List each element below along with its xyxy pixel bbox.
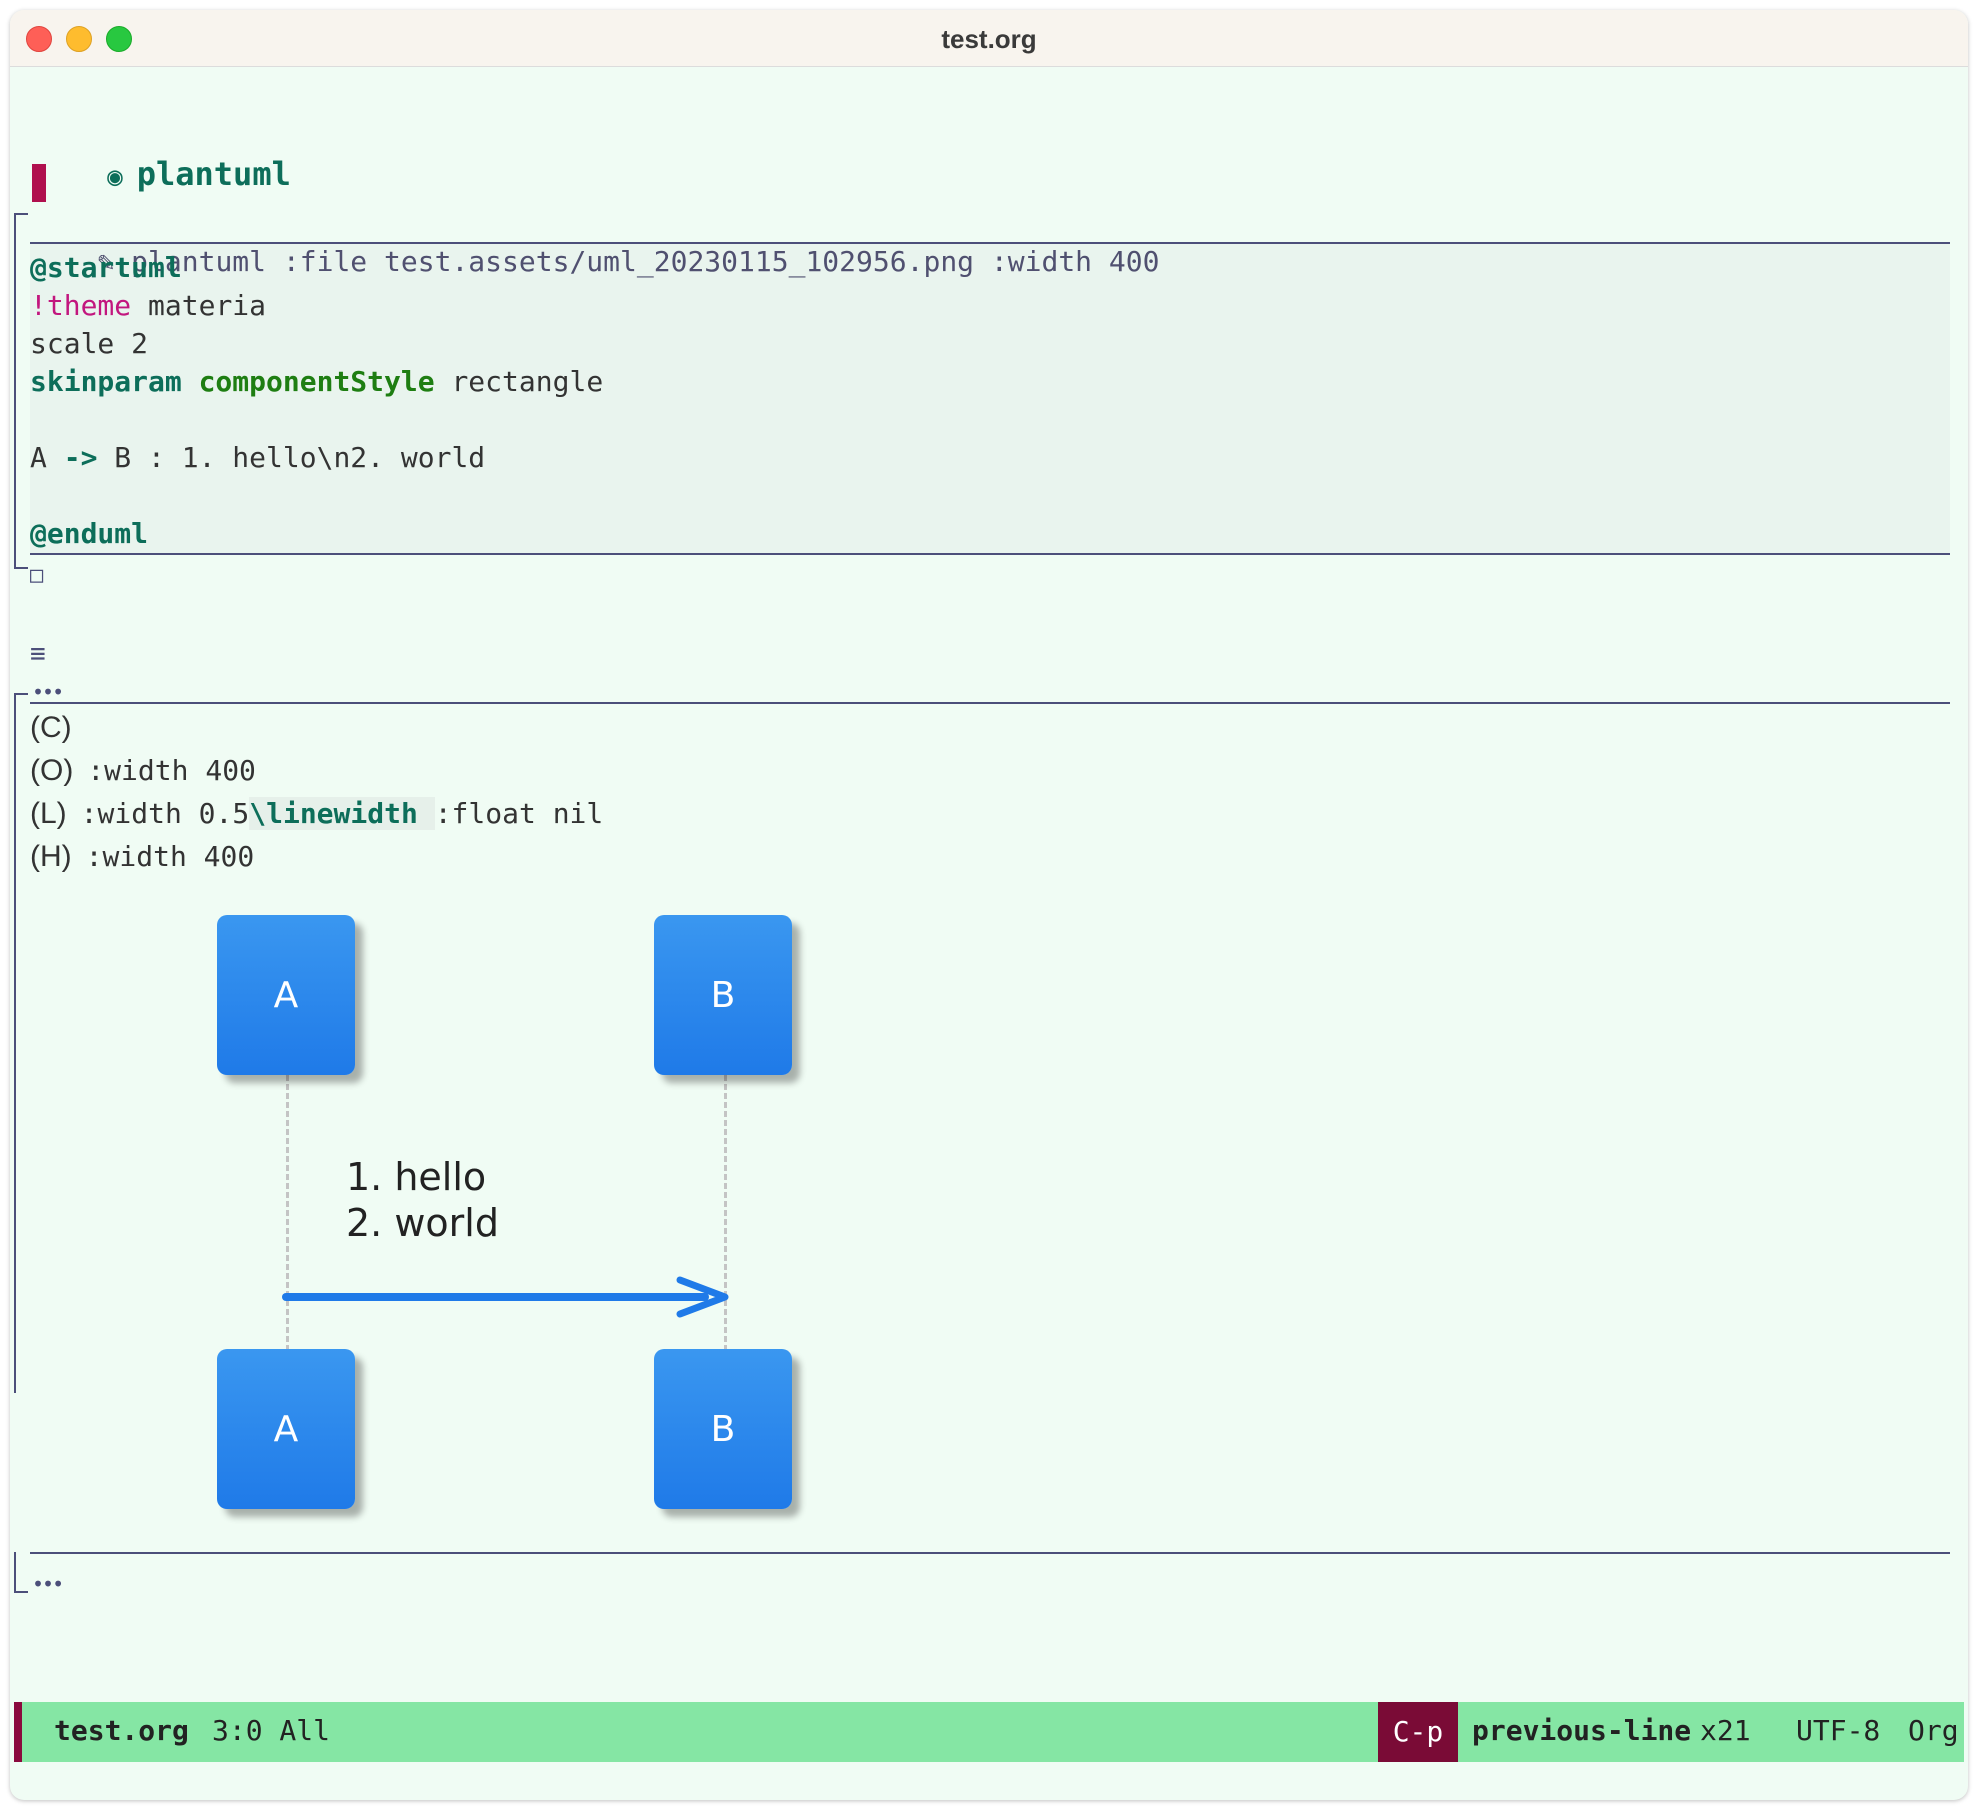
attr-value-h: :width 400 bbox=[85, 840, 255, 873]
participant-a-bottom: A bbox=[217, 1349, 355, 1509]
code-line-theme[interactable]: !theme materia bbox=[30, 288, 266, 324]
buffer-name[interactable]: test.org bbox=[54, 1714, 189, 1747]
results-bracket-bottom bbox=[14, 1552, 16, 1592]
src-block-bottom-rule bbox=[30, 553, 1950, 555]
code-line-skinparam[interactable]: skinparam componentStyle rectangle bbox=[30, 364, 603, 400]
code-line-startuml[interactable]: @startuml bbox=[30, 250, 182, 286]
mode-line-indicator bbox=[14, 1702, 22, 1762]
keystroke-badge: C-p bbox=[1378, 1702, 1458, 1762]
src-block-corner-bottom bbox=[14, 567, 28, 569]
text-cursor bbox=[32, 164, 46, 202]
theme-value: materia bbox=[148, 289, 267, 322]
code-line-message[interactable]: A -> B : 1. hello\n2. world bbox=[30, 440, 485, 476]
results-open-ellipsis[interactable]: ••• bbox=[32, 674, 64, 710]
end-src-marker[interactable]: □ bbox=[30, 558, 43, 594]
message-arrow: -> bbox=[63, 441, 98, 474]
cursor-position: 3:0 All bbox=[212, 1714, 331, 1747]
mode-line: test.org 3:0 All C-p previous-line x21 U… bbox=[14, 1702, 1964, 1762]
linewidth-command: \linewidth bbox=[249, 797, 435, 830]
attr-tag-c: (C) bbox=[30, 711, 72, 744]
begin-src-header: plantuml :file test.assets/uml_20230115_… bbox=[131, 245, 1160, 278]
attr-tag-h: (H) bbox=[30, 840, 72, 873]
results-bracket bbox=[14, 693, 16, 1393]
message-source: A bbox=[30, 441, 64, 474]
results-marker-icon[interactable]: ≡ bbox=[30, 636, 46, 672]
attr-value-o: :width 400 bbox=[87, 754, 256, 787]
src-block-corner-top bbox=[14, 213, 28, 215]
participant-b-bottom: B bbox=[654, 1349, 792, 1509]
heading-text: plantuml bbox=[136, 155, 291, 193]
attr-value-l-post: :float nil bbox=[434, 797, 604, 830]
attr-line-o[interactable]: (O) :width 400 bbox=[30, 753, 256, 789]
skinparam-attribute: componentStyle bbox=[198, 365, 435, 398]
results-corner-bottom bbox=[14, 1591, 28, 1593]
results-close-ellipsis[interactable]: ••• bbox=[32, 1566, 64, 1602]
heading-bullet-icon: ◉ bbox=[107, 162, 123, 192]
skinparam-keyword: skinparam bbox=[30, 365, 182, 398]
plantuml-diagram-image: A B 1. hello 2. world A B bbox=[200, 900, 820, 1540]
results-top-rule bbox=[30, 702, 1950, 704]
attr-line-c[interactable]: (C) bbox=[30, 710, 86, 746]
theme-keyword: !theme bbox=[30, 289, 132, 322]
attr-line-h[interactable]: (H) :width 400 bbox=[30, 839, 254, 875]
last-command: previous-line bbox=[1472, 1714, 1692, 1747]
title-bar: test.org bbox=[10, 10, 1968, 67]
attr-value-l-pre: :width 0.5 bbox=[80, 797, 250, 830]
major-mode[interactable]: Org bbox=[1908, 1714, 1959, 1747]
window-title: test.org bbox=[941, 24, 1037, 54]
code-line-enduml[interactable]: @enduml bbox=[30, 516, 148, 552]
message-rest: B : 1. hello\n2. world bbox=[97, 441, 486, 474]
encoding-indicator[interactable]: UTF-8 bbox=[1796, 1714, 1880, 1747]
skinparam-value: rectangle bbox=[451, 365, 604, 398]
emacs-window: test.org ◉ plantuml ✎ plantuml :file test… bbox=[10, 10, 1968, 1800]
command-repeat-count: x21 bbox=[1700, 1714, 1751, 1747]
attr-tag-o: (O) bbox=[30, 754, 74, 787]
src-block-bracket bbox=[14, 213, 16, 569]
attr-line-l[interactable]: (L) :width 0.5\linewidth :float nil bbox=[30, 796, 603, 832]
attr-tag-l: (L) bbox=[30, 797, 67, 830]
code-line-scale[interactable]: scale 2 bbox=[30, 326, 148, 362]
results-bottom-rule bbox=[30, 1552, 1950, 1554]
results-corner-top bbox=[14, 693, 28, 695]
